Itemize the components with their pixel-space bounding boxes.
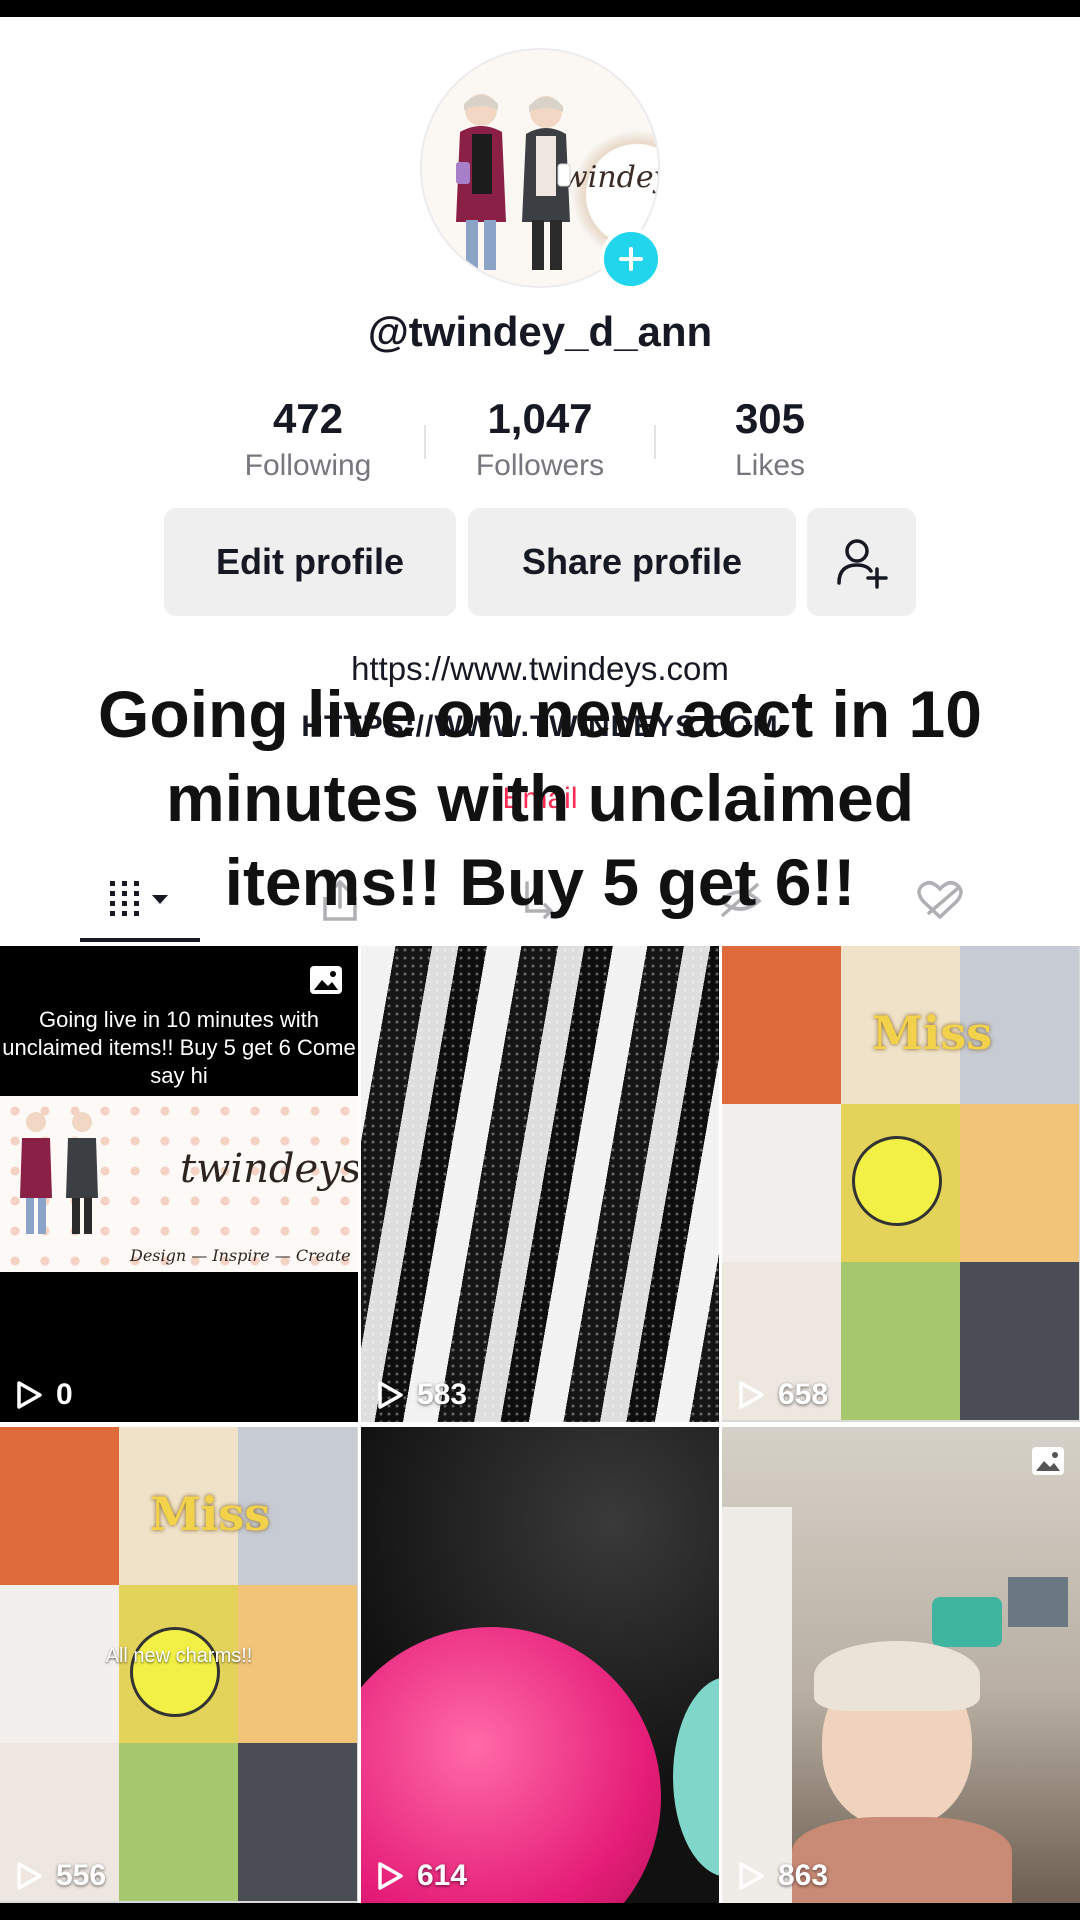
overlay-caption: Going live on new acct in 10 minutes wit…: [98, 677, 982, 919]
thumb-text: Miss: [150, 1487, 271, 1541]
tab-selected-indicator: [80, 938, 200, 942]
view-count-value: 614: [417, 1859, 468, 1892]
banner-illustration: [20, 1112, 98, 1234]
video-tile[interactable]: 614: [361, 1427, 719, 1903]
stat-label: Followers: [475, 449, 605, 482]
stat-following[interactable]: 472 Following: [208, 395, 408, 483]
video-tile[interactable]: Miss All new charms!! 556: [0, 1427, 358, 1903]
avatar-illustration: [456, 94, 571, 270]
photo-icon: [1032, 1447, 1064, 1475]
video-tile[interactable]: 583: [361, 946, 719, 1422]
stat-divider: [424, 425, 426, 459]
stat-followers[interactable]: 1,047 Followers: [440, 395, 640, 483]
banner-brand: twindeys: [180, 1146, 358, 1192]
add-friends-button[interactable]: [807, 508, 916, 616]
thumb-text: Miss: [872, 1006, 993, 1060]
stats-row: 472 Following 1,047 Followers 305 Likes: [200, 395, 890, 495]
plus-icon: [619, 247, 643, 271]
stat-value: 472: [272, 395, 344, 442]
video-tile[interactable]: Going live in 10 minutes with unclaimed …: [0, 946, 358, 1422]
view-count-value: 556: [56, 1859, 107, 1892]
play-icon: [739, 1862, 764, 1890]
view-count: 583: [375, 1378, 467, 1412]
share-profile-button[interactable]: Share profile: [468, 508, 796, 616]
view-count: 614: [375, 1859, 467, 1893]
stat-likes[interactable]: 305 Likes: [670, 395, 870, 483]
play-icon: [17, 1862, 42, 1890]
tile-caption: Going live in 10 minutes with unclaimed …: [2, 1007, 356, 1088]
view-count: 863: [736, 1859, 828, 1893]
stat-label: Likes: [734, 449, 806, 482]
video-tile[interactable]: 863: [722, 1427, 1080, 1903]
photo-icon: [310, 966, 342, 994]
view-count-value: 0: [56, 1378, 73, 1411]
edit-profile-button[interactable]: Edit profile: [164, 508, 456, 616]
tile-banner: twindeys Design — Inspire — Create: [0, 1096, 358, 1272]
play-icon: [739, 1381, 764, 1409]
view-count: 0: [14, 1378, 73, 1412]
status-bar: [0, 0, 1080, 17]
stat-value: 305: [734, 395, 806, 442]
add-avatar-button[interactable]: [600, 228, 662, 290]
stat-divider: [654, 425, 656, 459]
view-count-value: 583: [417, 1378, 468, 1411]
view-count-value: 658: [778, 1378, 829, 1411]
banner-tagline: Design — Inspire — Create: [130, 1246, 351, 1265]
stat-label: Following: [244, 449, 372, 482]
stat-value: 1,047: [487, 395, 593, 442]
video-grid: Going live in 10 minutes with unclaimed …: [0, 946, 1080, 1903]
play-icon: [378, 1381, 403, 1409]
view-count: 658: [736, 1378, 828, 1412]
play-icon: [17, 1381, 42, 1409]
play-icon: [378, 1862, 403, 1890]
username: @twindey_d_ann: [367, 308, 713, 355]
profile-screen: twindeys @twindey_d_ann 472 Foll: [0, 0, 1080, 1920]
add-person-icon: [836, 539, 888, 589]
video-tile[interactable]: Miss 658: [722, 946, 1080, 1422]
bottom-bar: [0, 1903, 1080, 1920]
view-count: 556: [14, 1859, 106, 1893]
tile-overlay-text: All new charms!!: [105, 1645, 253, 1667]
view-count-value: 863: [778, 1859, 829, 1892]
